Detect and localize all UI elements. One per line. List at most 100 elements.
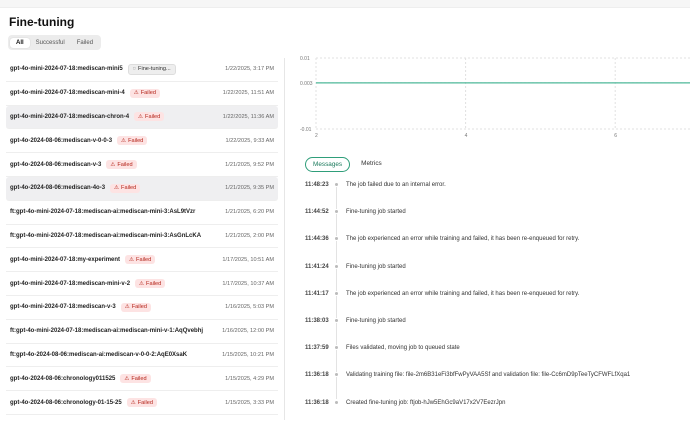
job-date: 1/22/2025, 11:36 AM xyxy=(222,113,274,120)
top-bar xyxy=(0,0,690,8)
job-name: ft:gpt-4o-2024-08-06:mediscan-ai:medisca… xyxy=(10,351,188,358)
status-text: Fine-tuning... xyxy=(138,66,171,73)
tab-all[interactable]: All xyxy=(10,37,30,48)
event-connector xyxy=(336,350,337,373)
event-dot xyxy=(335,400,338,404)
job-date: 1/15/2025, 4:29 PM xyxy=(225,375,274,382)
x-tick-label: 6 xyxy=(614,133,617,139)
status-badge: ⚠ Failed xyxy=(120,374,151,384)
warning-icon: ⚠ xyxy=(124,304,130,311)
job-row[interactable]: ft:gpt-4o-mini-2024-07-18:mediscan-ai:me… xyxy=(6,225,278,249)
job-name: gpt-4o-2024-08-06:mediscan-v-0-0-3 xyxy=(10,137,113,144)
job-date: 1/15/2025, 10:21 PM xyxy=(222,351,274,358)
warning-icon: ⚠ xyxy=(133,90,139,97)
event-connector xyxy=(336,268,337,291)
job-row[interactable]: gpt-4o-2024-08-06:mediscan-v-0-0-3 ⚠ Faile… xyxy=(6,129,278,154)
spinner-icon: ◌ xyxy=(132,66,137,73)
event-message: Fine-tuning job started xyxy=(346,317,406,324)
job-name: gpt-4o-2024-08-06:mediscan-4o-3 xyxy=(10,185,106,192)
warning-icon: ⚠ xyxy=(121,137,127,144)
job-date: 1/15/2025, 3:33 PM xyxy=(225,399,274,406)
event-time: 11:38:03 xyxy=(305,317,329,324)
job-name: gpt-4o-mini-2024-07-18:my-experiment xyxy=(10,256,121,263)
warning-icon: ⚠ xyxy=(139,280,145,287)
event-time: 11:36:18 xyxy=(305,372,329,379)
job-row[interactable]: gpt-4o-mini-2024-07-18:mediscan-v-3 ⚠ Fail… xyxy=(6,296,278,320)
event-dot xyxy=(335,373,338,377)
status-text: Failed xyxy=(145,113,161,120)
tab-metrics[interactable]: Metrics xyxy=(354,157,389,172)
event-message: Created fine-tuning job: ftjob-hJw5EhGc9… xyxy=(346,399,506,406)
job-row[interactable]: ft:gpt-4o-2024-08-06:mediscan-ai:medisca… xyxy=(6,344,278,368)
y-tick-label: 0.003 xyxy=(300,81,313,87)
page-title: Fine-tuning xyxy=(9,15,75,29)
status-text: Failed xyxy=(121,185,137,192)
event-dot xyxy=(335,346,338,350)
job-row[interactable]: gpt-4o-2024-08-06:chronology011525 ⚠ Faile… xyxy=(6,367,278,392)
event-connector xyxy=(336,322,337,345)
job-name: gpt-4o-2024-08-06:chronology011525 xyxy=(10,375,116,382)
job-row[interactable]: gpt-4o-mini-2024-07-18:mediscan-mini-v-2… xyxy=(6,272,278,296)
event-time: 11:44:36 xyxy=(305,236,329,243)
event-row: 11:41:17 The job experienced an error whi… xyxy=(305,291,690,318)
event-message: The job failed due to an internal error. xyxy=(346,182,446,188)
warning-icon: ⚠ xyxy=(130,399,136,406)
job-date: 1/21/2025, 6:20 PM xyxy=(225,209,274,216)
event-message: Fine-tuning job started xyxy=(346,209,406,216)
job-row[interactable]: gpt-4o-mini-2024-07-18:my-experiment ⚠ Fai… xyxy=(6,248,278,273)
event-time: 11:37:59 xyxy=(305,345,329,352)
status-text: Failed xyxy=(131,304,147,311)
job-name: gpt-4o-mini-2024-07-18:mediscan-mini-v-2 xyxy=(10,280,131,287)
status-badge: ⚠ Failed xyxy=(120,302,151,312)
event-row: 11:48:23 The job failed due to an interna… xyxy=(305,182,690,209)
status-text: Failed xyxy=(117,161,133,168)
warning-icon: ⚠ xyxy=(124,375,130,382)
event-message: Files validated, moving job to queued st… xyxy=(346,345,460,352)
tab-successful[interactable]: Successful xyxy=(30,38,71,48)
job-date: 1/22/2025, 11:51 AM xyxy=(222,90,274,97)
event-dot xyxy=(335,291,338,295)
job-row[interactable]: gpt-4o-2024-08-06:chronology-01-15-25 ⚠ Fa… xyxy=(6,391,278,415)
status-text: Failed xyxy=(136,256,152,263)
tab-failed[interactable]: Failed xyxy=(71,38,99,48)
job-date: 1/16/2025, 5:03 PM xyxy=(225,304,274,311)
x-tick-label: 4 xyxy=(465,133,468,139)
job-row[interactable]: gpt-4o-2024-08-06:mediscan-v-3 ⚠ Failed 1/2… xyxy=(6,153,278,177)
warning-icon: ⚠ xyxy=(129,256,135,263)
job-row[interactable]: ft:gpt-4o-mini-2024-07-18:mediscan-ai:me… xyxy=(6,201,278,225)
job-date: 1/21/2025, 2:00 PM xyxy=(225,232,274,239)
job-row[interactable]: gpt-4o-mini-2024-07-18:mediscan-mini5 ◌ Fi… xyxy=(6,58,278,82)
job-row[interactable]: ft:gpt-4o-mini-2024-07-18:mediscan-ai:me… xyxy=(6,320,278,344)
event-message: Validating training file: file-2m6B31eFi… xyxy=(346,372,631,379)
event-time: 11:44:52 xyxy=(305,209,329,216)
event-connector xyxy=(336,295,337,318)
job-row[interactable]: gpt-4o-2024-08-06:mediscan-4o-3 ⚠ Failed 1/… xyxy=(6,176,278,201)
warning-icon: ⚠ xyxy=(110,161,116,168)
filter-tabs: All Successful Failed xyxy=(8,35,102,50)
event-row: 11:38:03 Fine-tuning job started xyxy=(305,318,690,345)
status-badge: ⚠ Failed xyxy=(129,88,160,98)
job-date: 1/17/2025, 10:37 AM xyxy=(222,280,274,287)
event-connector xyxy=(336,241,337,264)
job-date: 1/22/2025, 9:33 AM xyxy=(225,137,274,144)
event-row: 11:44:52 Fine-tuning job started xyxy=(305,209,690,237)
job-row[interactable]: gpt-4o-mini-2024-07-18:mediscan-mini-4 ⚠ F… xyxy=(6,82,278,106)
event-time: 11:41:17 xyxy=(305,290,329,297)
job-name: gpt-4o-2024-08-06:mediscan-v-3 xyxy=(10,161,102,168)
event-dot xyxy=(335,264,338,268)
event-row: 11:37:59 Files validated, moving job to q… xyxy=(305,345,690,373)
job-row[interactable]: gpt-4o-mini-2024-07-18:mediscan-chron-4 ⚠… xyxy=(6,105,278,130)
metrics-chart: 0.01 0.003 -0.01 2 4 6 xyxy=(296,55,690,140)
event-dot xyxy=(335,318,338,322)
status-badge: ⚠ Failed xyxy=(110,183,141,193)
event-time: 11:48:23 xyxy=(305,182,329,188)
event-row: 11:41:24 Fine-tuning job started xyxy=(305,264,690,291)
event-row: 11:36:18 Created fine-tuning job: ftjob-h… xyxy=(305,400,690,427)
status-badge: ⚠ Failed xyxy=(125,255,156,265)
tab-messages[interactable]: Messages xyxy=(305,157,351,172)
event-message: The job experienced an error while train… xyxy=(346,236,580,243)
job-date: 1/21/2025, 9:35 PM xyxy=(225,185,274,192)
event-log: 11:48:23 The job failed due to an interna… xyxy=(305,182,690,427)
y-tick-label: -0.01 xyxy=(300,127,312,133)
status-badge: ⚠ Failed xyxy=(135,279,166,289)
